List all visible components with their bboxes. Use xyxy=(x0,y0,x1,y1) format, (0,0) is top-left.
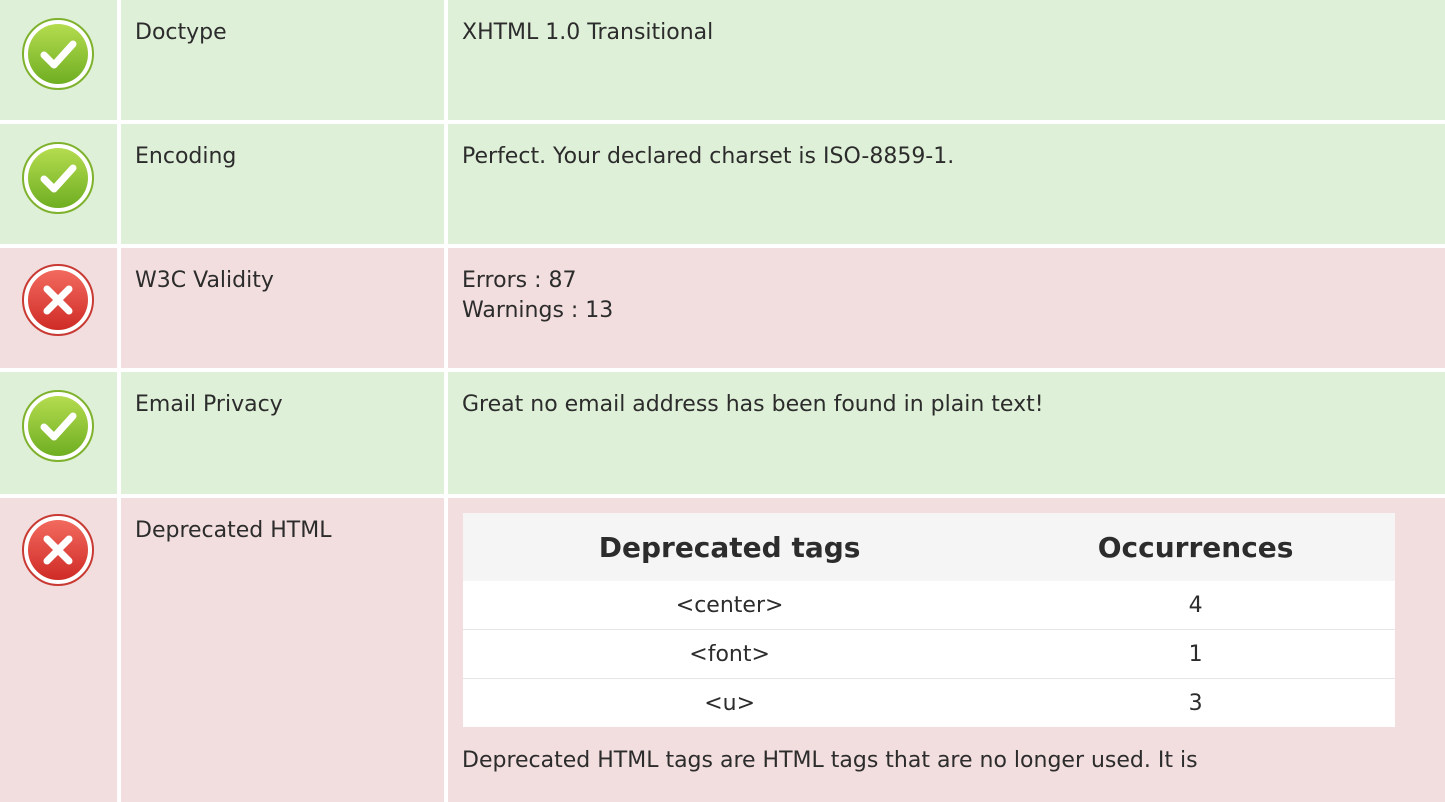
label-cell: W3C Validity xyxy=(121,248,444,368)
value-cell: XHTML 1.0 Transitional xyxy=(448,0,1445,120)
status-cell xyxy=(0,248,117,368)
check-circle-icon xyxy=(20,388,96,464)
row-w3c-validity: W3C Validity Errors : 87 Warnings : 13 xyxy=(0,248,1445,368)
check-circle-icon xyxy=(20,140,96,216)
row-label: W3C Validity xyxy=(135,268,274,293)
label-cell: Doctype xyxy=(121,0,444,120)
column-header-tags: Deprecated tags xyxy=(463,513,997,581)
row-deprecated-html: Deprecated HTML Deprecated tags Occurren… xyxy=(0,498,1445,802)
deprecated-note: Deprecated HTML tags are HTML tags that … xyxy=(462,748,1198,773)
table-row: <center> 4 xyxy=(463,581,1395,630)
label-cell: Encoding xyxy=(121,124,444,244)
row-value: Perfect. Your declared charset is ISO-88… xyxy=(462,144,955,169)
tag-cell: <u> xyxy=(463,678,997,727)
row-doctype: Doctype XHTML 1.0 Transitional xyxy=(0,0,1445,120)
row-value: XHTML 1.0 Transitional xyxy=(462,20,714,45)
row-encoding: Encoding Perfect. Your declared charset … xyxy=(0,124,1445,244)
tag-cell: <font> xyxy=(463,629,997,679)
x-circle-icon xyxy=(20,512,96,588)
label-cell: Email Privacy xyxy=(121,372,444,494)
warnings-count: Warnings : 13 xyxy=(462,298,614,323)
x-circle-icon xyxy=(20,262,96,338)
column-header-occurrences: Occurrences xyxy=(996,513,1395,581)
row-label: Doctype xyxy=(135,20,227,45)
status-cell xyxy=(0,124,117,244)
label-cell: Deprecated HTML xyxy=(121,498,444,802)
occurrence-cell: 4 xyxy=(996,581,1395,630)
row-label: Email Privacy xyxy=(135,392,283,417)
table-header-row: Deprecated tags Occurrences xyxy=(463,513,1395,581)
status-cell xyxy=(0,372,117,494)
status-cell xyxy=(0,498,117,802)
row-label: Deprecated HTML xyxy=(135,518,332,543)
check-circle-icon xyxy=(20,16,96,92)
status-cell xyxy=(0,0,117,120)
table-row: <font> 1 xyxy=(463,629,1395,679)
row-label: Encoding xyxy=(135,144,237,169)
errors-count: Errors : 87 xyxy=(462,268,577,293)
tag-cell: <center> xyxy=(463,581,997,630)
value-cell: Great no email address has been found in… xyxy=(448,372,1445,494)
deprecated-tags-table: Deprecated tags Occurrences <center> 4 <… xyxy=(463,513,1395,727)
value-cell: Deprecated tags Occurrences <center> 4 <… xyxy=(448,498,1445,802)
occurrence-cell: 1 xyxy=(996,629,1395,679)
row-value: Great no email address has been found in… xyxy=(462,392,1044,417)
value-cell: Errors : 87 Warnings : 13 xyxy=(448,248,1445,368)
table-row: <u> 3 xyxy=(463,678,1395,727)
value-cell: Perfect. Your declared charset is ISO-88… xyxy=(448,124,1445,244)
occurrence-cell: 3 xyxy=(996,678,1395,727)
row-email-privacy: Email Privacy Great no email address has… xyxy=(0,372,1445,494)
